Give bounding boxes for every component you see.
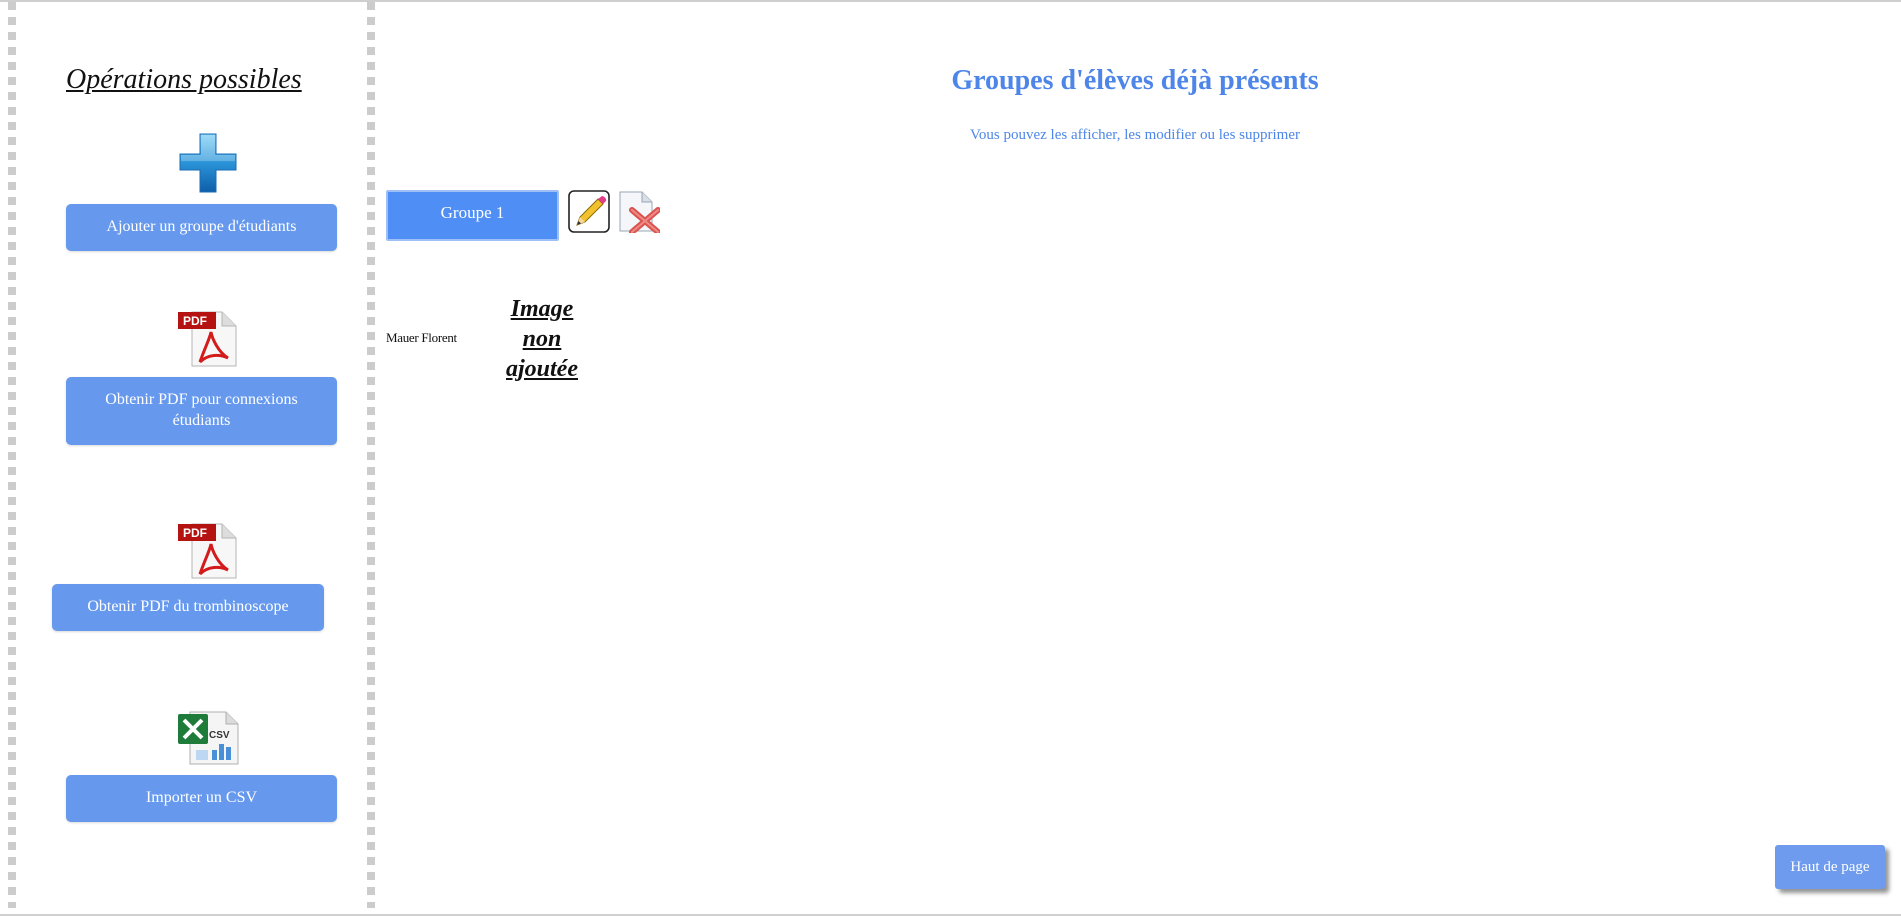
page-title: Groupes d'élèves déjà présents <box>951 65 1319 96</box>
sidebar-title: Opérations possibles <box>66 64 302 95</box>
csv-badge-label: CSV <box>209 730 230 741</box>
left-dashed-border <box>8 2 16 908</box>
pdf-trombinoscope-button[interactable]: Obtenir PDF du trombinoscope <box>52 584 324 631</box>
pdf-badge-label: PDF <box>183 314 207 328</box>
back-to-top-button[interactable]: Haut de page <box>1775 845 1885 889</box>
student-name: Mauer Florent <box>386 330 457 345</box>
edit-icon[interactable] <box>568 190 610 233</box>
pdf-badge-label: PDF <box>183 526 207 540</box>
import-csv-button[interactable]: Importer un CSV <box>66 775 337 822</box>
group-button[interactable]: Groupe 1 <box>386 190 559 241</box>
pdf-icon[interactable]: PDF <box>178 520 238 580</box>
csv-icon[interactable]: CSV <box>176 708 240 766</box>
student-image-placeholder: Image non ajoutée <box>506 296 578 382</box>
pdf-icon[interactable]: PDF <box>178 308 238 368</box>
add-group-button[interactable]: Ajouter un groupe d'étudiants <box>66 204 337 251</box>
page-subtitle: Vous pouvez les afficher, les modifier o… <box>969 127 1300 143</box>
pdf-connections-button[interactable]: Obtenir PDF pour connexions étudiants <box>66 377 337 445</box>
sidebar-divider <box>367 2 375 908</box>
plus-icon[interactable] <box>178 132 238 194</box>
delete-icon[interactable] <box>618 190 661 235</box>
page: Opérations possibles Ajouter un groupe d… <box>0 0 1901 916</box>
